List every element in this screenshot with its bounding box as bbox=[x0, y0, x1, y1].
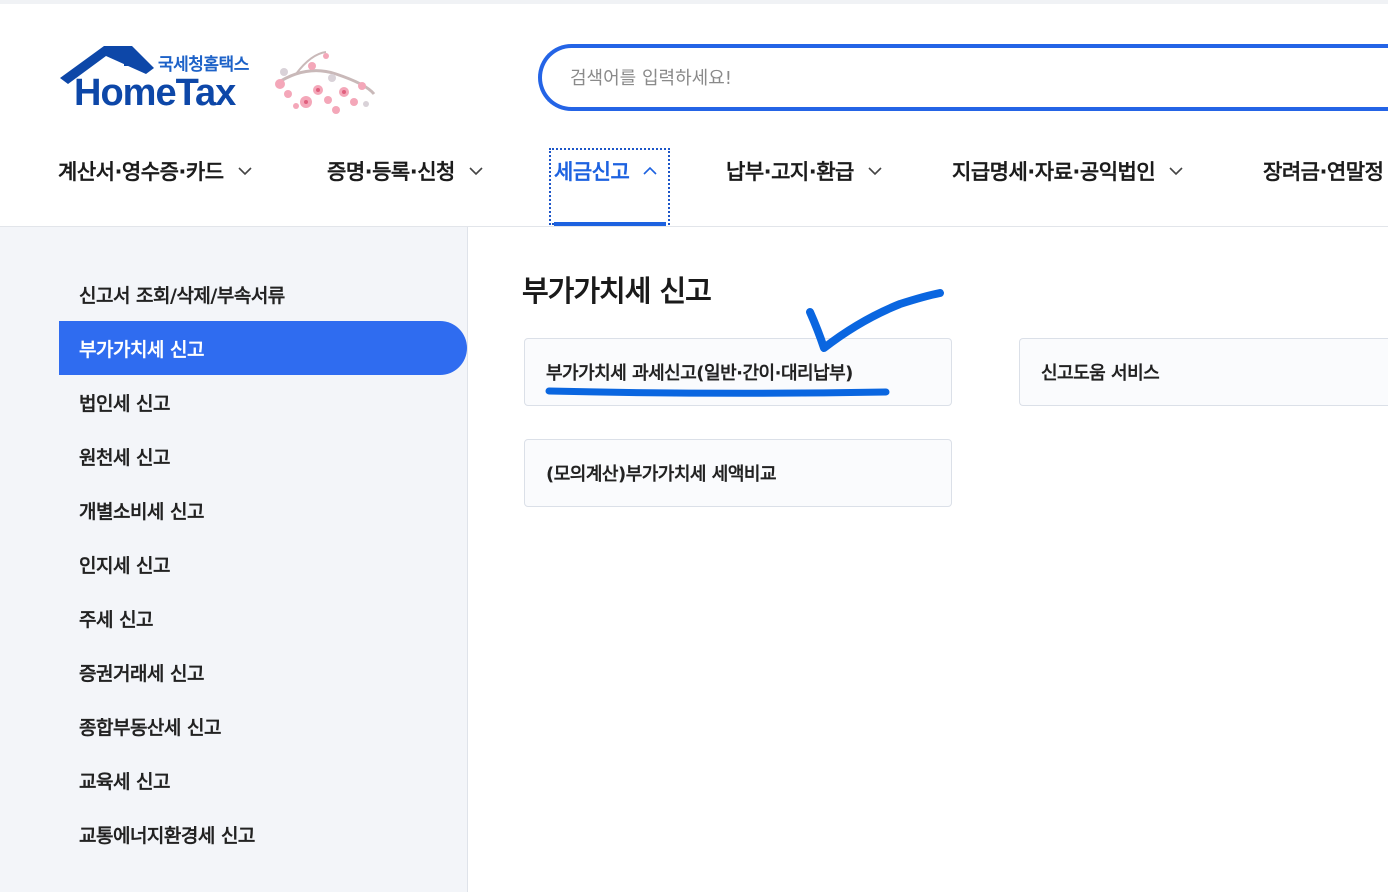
nav-item-label: 계산서·영수증·카드 bbox=[58, 160, 224, 184]
page-title: 부가가치세 신고 bbox=[522, 274, 712, 308]
sidebar-item-return-lookup[interactable]: 신고서 조회/삭제/부속서류 bbox=[59, 267, 467, 321]
card-label: 신고도움 서비스 bbox=[1041, 363, 1160, 384]
search-input[interactable] bbox=[570, 65, 1270, 91]
nav-item-payment[interactable]: 납부·고지·환급 bbox=[726, 154, 882, 188]
nav-focus-outline bbox=[549, 148, 670, 225]
sidebar-item-securities-tax[interactable]: 증권거래세 신고 bbox=[59, 645, 467, 699]
top-strip bbox=[0, 0, 1388, 4]
sidebar-item-label: 법인세 신고 bbox=[79, 392, 171, 415]
card-vat-simulation[interactable]: (모의계산)부가가치세 세액비교 bbox=[524, 439, 952, 507]
nav-item-label: 장려금·연말정 bbox=[1263, 160, 1384, 184]
sidebar-item-liquor-tax[interactable]: 주세 신고 bbox=[59, 591, 467, 645]
sidebar-item-label: 증권거래세 신고 bbox=[79, 662, 204, 685]
sidebar-item-label: 교육세 신고 bbox=[79, 770, 171, 793]
sidebar-item-label: 종합부동산세 신고 bbox=[79, 716, 221, 739]
sidebar-item-withholding-tax[interactable]: 원천세 신고 bbox=[59, 429, 467, 483]
sidebar-item-vat[interactable]: 부가가치세 신고 bbox=[59, 321, 467, 375]
sidebar-item-label: 부가가치세 신고 bbox=[79, 338, 204, 361]
sidebar-item-label: 주세 신고 bbox=[79, 608, 154, 631]
card-label: (모의계산)부가가치세 세액비교 bbox=[546, 464, 777, 485]
sidebar-item-transport-tax[interactable]: 교통에너지환경세 신고 bbox=[59, 807, 467, 861]
sidebar-item-label: 개별소비세 신고 bbox=[79, 500, 204, 523]
sidebar: 신고서 조회/삭제/부속서류 부가가치세 신고 법인세 신고 원천세 신고 개별… bbox=[0, 227, 468, 892]
sidebar-item-corporate-tax[interactable]: 법인세 신고 bbox=[59, 375, 467, 429]
sidebar-item-stamp-tax[interactable]: 인지세 신고 bbox=[59, 537, 467, 591]
nav-item-label: 납부·고지·환급 bbox=[726, 160, 854, 184]
hometax-logo[interactable]: 국세청홈택스 HomeTax bbox=[58, 44, 378, 120]
nav-item-label: 증명·등록·신청 bbox=[327, 160, 455, 184]
sidebar-item-label: 신고서 조회/삭제/부속서류 bbox=[79, 284, 285, 307]
sidebar-item-excise-tax[interactable]: 개별소비세 신고 bbox=[59, 483, 467, 537]
nav-item-label: 지급명세·자료·공익법인 bbox=[952, 160, 1156, 184]
cherry-blossom-icon bbox=[275, 51, 376, 114]
chevron-down-icon bbox=[469, 167, 483, 176]
sidebar-item-property-tax[interactable]: 종합부동산세 신고 bbox=[59, 699, 467, 753]
chevron-down-icon bbox=[868, 167, 882, 176]
nav-item-statements[interactable]: 지급명세·자료·공익법인 bbox=[952, 154, 1183, 188]
nav-item-incentives[interactable]: 장려금·연말정 bbox=[1263, 154, 1384, 188]
card-filing-help-service[interactable]: 신고도움 서비스 bbox=[1019, 338, 1388, 406]
nav-item-certificates[interactable]: 증명·등록·신청 bbox=[327, 154, 483, 188]
sidebar-item-label: 교통에너지환경세 신고 bbox=[79, 824, 255, 847]
nav-item-invoices[interactable]: 계산서·영수증·카드 bbox=[58, 154, 252, 188]
sidebar-item-label: 원천세 신고 bbox=[79, 446, 171, 469]
sidebar-item-label: 인지세 신고 bbox=[79, 554, 171, 577]
search-box[interactable] bbox=[538, 44, 1388, 111]
chevron-down-icon bbox=[1169, 167, 1183, 176]
card-vat-taxable-filing[interactable]: 부가가치세 과세신고(일반·간이·대리납부) bbox=[524, 338, 952, 406]
card-label: 부가가치세 과세신고(일반·간이·대리납부) bbox=[546, 363, 853, 384]
sidebar-item-education-tax[interactable]: 교육세 신고 bbox=[59, 753, 467, 807]
logo-title: HomeTax bbox=[74, 72, 236, 114]
chevron-down-icon bbox=[237, 167, 252, 176]
